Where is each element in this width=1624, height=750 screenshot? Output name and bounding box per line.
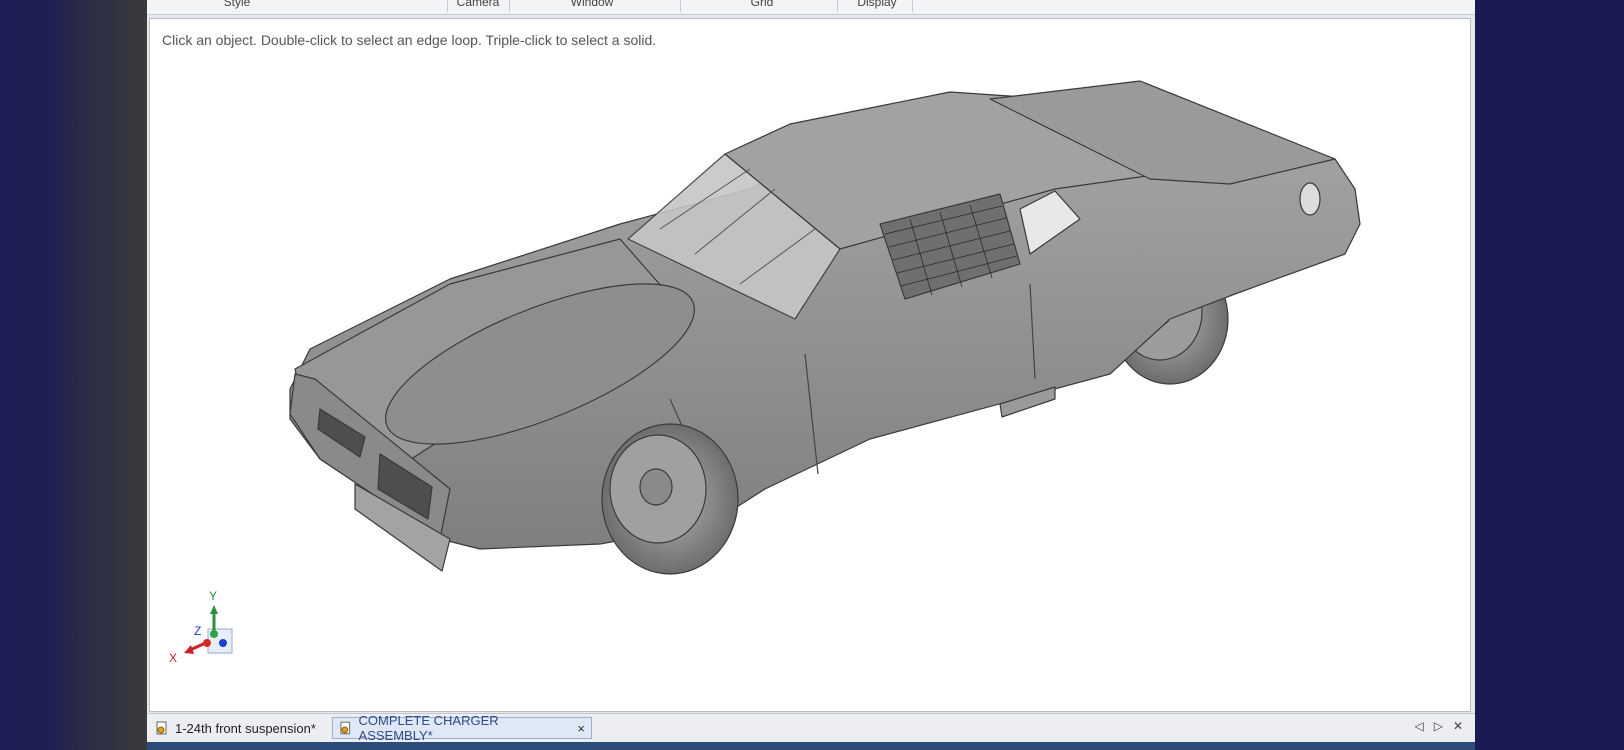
tab-complete-charger-assembly[interactable]: COMPLETE CHARGER ASSEMBLY* × xyxy=(332,713,592,743)
status-bar xyxy=(147,742,1475,750)
close-tab-icon[interactable]: × xyxy=(577,721,585,736)
axis-triad: Y Z X xyxy=(169,589,233,665)
desktop-background-right xyxy=(1475,0,1624,750)
tab-label: COMPLETE CHARGER ASSEMBLY* xyxy=(358,713,499,743)
tab-front-suspension[interactable]: 1-24th front suspension* xyxy=(149,717,327,739)
front-wheel xyxy=(601,423,739,575)
next-tab-icon[interactable]: ▷ xyxy=(1434,719,1443,733)
ribbon-separator xyxy=(509,0,510,12)
ribbon-separator xyxy=(680,0,681,12)
ribbon-group-window[interactable]: Window xyxy=(552,0,632,9)
ribbon-separator xyxy=(912,0,913,12)
axis-x-label: X xyxy=(169,651,177,665)
ribbon-group-style[interactable]: Style xyxy=(207,0,267,9)
axis-y-label: Y xyxy=(209,589,217,603)
tab-label: 1-24th front suspension* xyxy=(175,720,316,736)
application-window: Style Camera Window Grid Display Click a… xyxy=(147,0,1475,750)
close-document-icon[interactable]: ✕ xyxy=(1453,719,1463,733)
3d-viewport[interactable]: Click an object. Double-click to select … xyxy=(149,18,1471,712)
ribbon-separator xyxy=(837,0,838,12)
axis-z-label: Z xyxy=(194,624,201,638)
document-tab-bar: 1-24th front suspension* COMPLETE CHARGE… xyxy=(147,713,1475,743)
document-icon xyxy=(340,721,351,735)
car-body-model[interactable] xyxy=(150,19,1471,712)
desktop-background-left xyxy=(0,0,147,750)
ribbon-group-camera[interactable]: Camera xyxy=(447,0,509,9)
ribbon-group-display[interactable]: Display xyxy=(847,0,907,9)
ribbon-group-labels: Style Camera Window Grid Display xyxy=(147,0,1475,15)
document-icon xyxy=(156,721,167,735)
ribbon-group-grid[interactable]: Grid xyxy=(732,0,792,9)
tab-navigation: ◁ ▷ ✕ xyxy=(1414,719,1463,733)
previous-tab-icon[interactable]: ◁ xyxy=(1414,719,1423,733)
